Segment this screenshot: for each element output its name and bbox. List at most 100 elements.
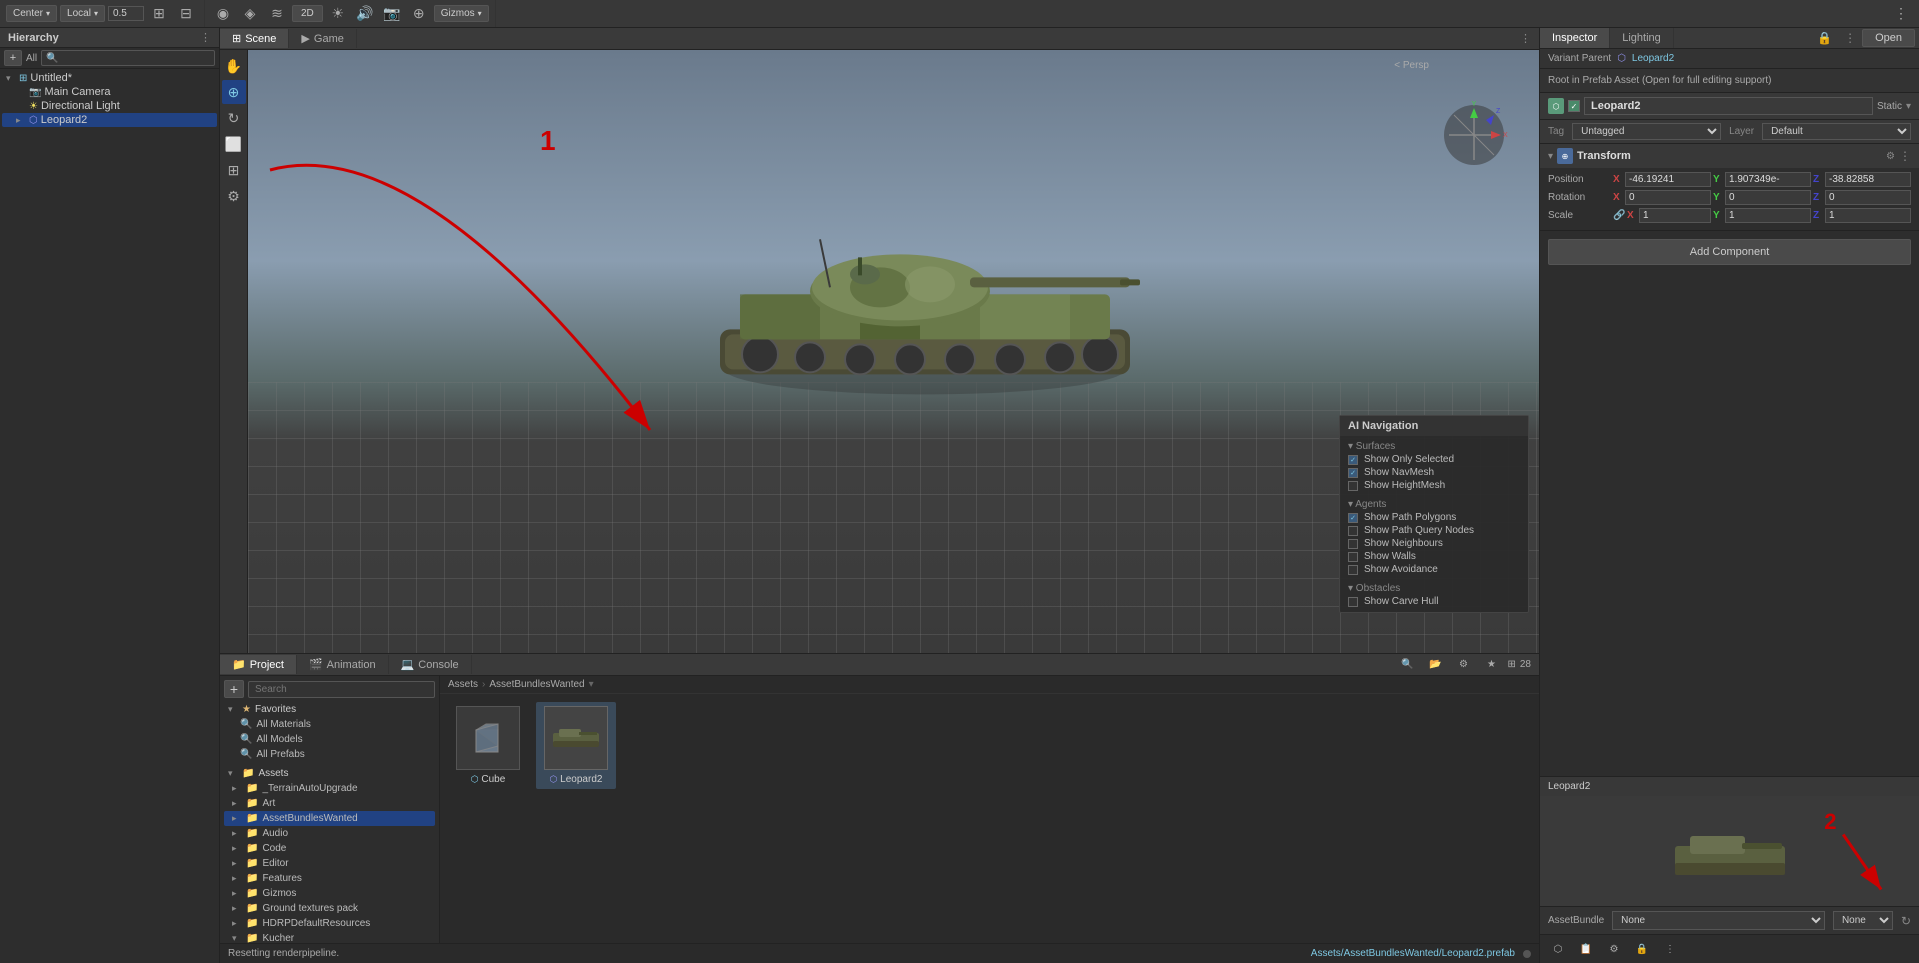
ai-nav-show-navmesh[interactable]: ✓ Show NavMesh: [1348, 466, 1520, 479]
ai-nav-show-avoidance[interactable]: Show Avoidance: [1348, 563, 1520, 576]
favorites-header[interactable]: ▾ ★ Favorites: [224, 702, 435, 717]
rotate-tool-btn[interactable]: ↻: [222, 106, 246, 130]
asset-item-leopard2[interactable]: ⬡ Leopard2: [536, 702, 616, 789]
asset-folder-code[interactable]: ▸ 📁 Code: [224, 841, 435, 856]
asset-folder-assetbundles[interactable]: ▸ 📁 AssetBundlesWanted: [224, 811, 435, 826]
snap-icon-btn[interactable]: ⊞: [147, 3, 171, 25]
scale-x-input[interactable]: 1: [1639, 208, 1711, 223]
scale-tool-btn[interactable]: ⬜: [222, 132, 246, 156]
local-dropdown[interactable]: Local: [60, 5, 105, 22]
open-btn[interactable]: Open: [1862, 29, 1915, 47]
lighting-toggle-btn[interactable]: ☀: [326, 3, 350, 25]
camera-btn[interactable]: ⊕: [407, 3, 431, 25]
asset-folder-terrain[interactable]: ▸ 📁 _TerrainAutoUpgrade: [224, 781, 435, 796]
inspector-bottom-btn5[interactable]: ⋮: [1658, 938, 1682, 960]
rot-x-input[interactable]: 0: [1625, 190, 1711, 205]
ai-nav-show-carve-hull[interactable]: Show Carve Hull: [1348, 595, 1520, 608]
transform-options-btn[interactable]: ⚙: [1886, 151, 1895, 162]
asset-folder-hdrp[interactable]: ▸ 📁 HDRPDefaultResources: [224, 916, 435, 931]
hierarchy-more[interactable]: ⋮: [200, 31, 211, 44]
ai-nav-show-heightmesh[interactable]: Show HeightMesh: [1348, 479, 1520, 492]
asset-item-cube[interactable]: ⬡ Cube: [448, 702, 528, 789]
add-component-btn[interactable]: Add Component: [1548, 239, 1911, 265]
transform-more-btn[interactable]: ⋮: [1899, 149, 1911, 163]
scene-tab[interactable]: ⊞ Scene: [220, 29, 289, 48]
console-tab[interactable]: 💻 Console: [389, 655, 472, 674]
tag-dropdown[interactable]: Untagged: [1572, 123, 1721, 140]
asset-folder-gizmos[interactable]: ▸ 📁 Gizmos: [224, 886, 435, 901]
inspector-more-btn[interactable]: ⋮: [1838, 31, 1862, 45]
project-icon2[interactable]: 📂: [1423, 654, 1447, 676]
asset-folder-audio[interactable]: ▸ 📁 Audio: [224, 826, 435, 841]
transform-expand-arrow[interactable]: ▾: [1548, 151, 1553, 162]
effects-btn[interactable]: ≋: [265, 3, 289, 25]
game-tab[interactable]: ▶ Game: [289, 29, 356, 48]
pos-x-input[interactable]: -46.19241: [1625, 172, 1711, 187]
transform-tool-btn[interactable]: ⚙: [222, 184, 246, 208]
tree-item-main-camera[interactable]: 📷 Main Camera: [2, 85, 217, 99]
fx-btn[interactable]: 📷: [380, 3, 404, 25]
tree-item-untitled[interactable]: ▾ ⊞ Untitled*: [2, 71, 217, 85]
pos-z-input[interactable]: -38.82858: [1825, 172, 1911, 187]
lighting-tab[interactable]: Lighting: [1610, 28, 1674, 48]
asset-folder-kucher[interactable]: ▾ 📁 Kucher: [224, 931, 435, 943]
inspector-tab[interactable]: Inspector: [1540, 28, 1610, 48]
hierarchy-add-btn[interactable]: +: [4, 50, 22, 66]
snap-value-input[interactable]: [108, 6, 144, 21]
scale-z-input[interactable]: 1: [1825, 208, 1911, 223]
layer-dropdown[interactable]: Default: [1762, 123, 1911, 140]
inspector-bottom-btn1[interactable]: ⬡: [1546, 938, 1570, 960]
ai-nav-show-path-polygons[interactable]: ✓ Show Path Polygons: [1348, 511, 1520, 524]
path-dropdown-arrow[interactable]: ▾: [589, 679, 594, 690]
project-add-btn[interactable]: +: [224, 680, 244, 698]
asset-folder-ground-textures[interactable]: ▸ 📁 Ground textures pack: [224, 901, 435, 916]
tree-item-leopard2[interactable]: ▸ ⬡ Leopard2: [2, 113, 217, 127]
favorites-all-materials[interactable]: 🔍 All Materials: [224, 717, 435, 732]
static-dropdown-arrow[interactable]: ▾: [1906, 101, 1911, 112]
rot-z-input[interactable]: 0: [1825, 190, 1911, 205]
asset-folder-features[interactable]: ▸ 📁 Features: [224, 871, 435, 886]
inspector-bottom-btn3[interactable]: ⚙: [1602, 938, 1626, 960]
rot-y-input[interactable]: 0: [1725, 190, 1811, 205]
audio-btn[interactable]: ◈: [238, 3, 262, 25]
animation-tab[interactable]: 🎬 Animation: [297, 655, 389, 674]
asset-folder-art[interactable]: ▸ 📁 Art: [224, 796, 435, 811]
project-tab[interactable]: 📁 Project: [220, 655, 297, 674]
rect-tool-btn[interactable]: ⊞: [222, 158, 246, 182]
project-icon4[interactable]: ★: [1479, 654, 1503, 676]
project-search-input[interactable]: [248, 681, 435, 698]
asset-bundle-variant-dropdown[interactable]: None: [1833, 911, 1893, 930]
assets-root-header[interactable]: ▾ 📁 Assets: [224, 766, 435, 781]
inspector-bottom-btn2[interactable]: 📋: [1574, 938, 1598, 960]
asset-folder-editor[interactable]: ▸ 📁 Editor: [224, 856, 435, 871]
path-assetbundles[interactable]: AssetBundlesWanted: [489, 679, 584, 690]
2d-btn[interactable]: 2D: [292, 5, 323, 22]
scale-y-input[interactable]: 1: [1725, 208, 1811, 223]
path-assets[interactable]: Assets: [448, 679, 478, 690]
inspector-lock-btn[interactable]: 🔒: [1811, 31, 1838, 45]
ai-nav-show-only-selected[interactable]: ✓ Show Only Selected: [1348, 453, 1520, 466]
pos-y-input[interactable]: 1.907349e-: [1725, 172, 1811, 187]
object-name-input[interactable]: [1584, 97, 1873, 115]
view-mode-btn[interactable]: ◉: [211, 3, 235, 25]
gizmos-dropdown[interactable]: Gizmos: [434, 5, 489, 22]
scale-link-icon[interactable]: 🔗: [1613, 210, 1625, 221]
asset-bundle-refresh-btn[interactable]: ↻: [1901, 914, 1911, 928]
audio-toggle-btn[interactable]: 🔊: [353, 3, 377, 25]
object-checkbox[interactable]: ✓: [1568, 100, 1580, 112]
ai-nav-show-walls[interactable]: Show Walls: [1348, 550, 1520, 563]
more-options-btn[interactable]: ⋮: [1889, 3, 1913, 25]
tree-item-directional-light[interactable]: ☀ Directional Light: [2, 99, 217, 113]
project-icon3[interactable]: ⚙: [1451, 654, 1475, 676]
favorites-all-prefabs[interactable]: 🔍 All Prefabs: [224, 747, 435, 762]
asset-bundle-dropdown[interactable]: None: [1612, 911, 1825, 930]
grid-icon-btn[interactable]: ⊟: [174, 3, 198, 25]
scene-more-btn[interactable]: ⋮: [1512, 32, 1539, 45]
ai-nav-show-path-query-nodes[interactable]: Show Path Query Nodes: [1348, 524, 1520, 537]
move-tool-btn[interactable]: ⊕: [222, 80, 246, 104]
inspector-bottom-btn4[interactable]: 🔒: [1630, 938, 1654, 960]
ai-nav-show-neighbours[interactable]: Show Neighbours: [1348, 537, 1520, 550]
favorites-all-models[interactable]: 🔍 All Models: [224, 732, 435, 747]
center-dropdown[interactable]: Center: [6, 5, 57, 22]
hand-tool-btn[interactable]: ✋: [222, 54, 246, 78]
